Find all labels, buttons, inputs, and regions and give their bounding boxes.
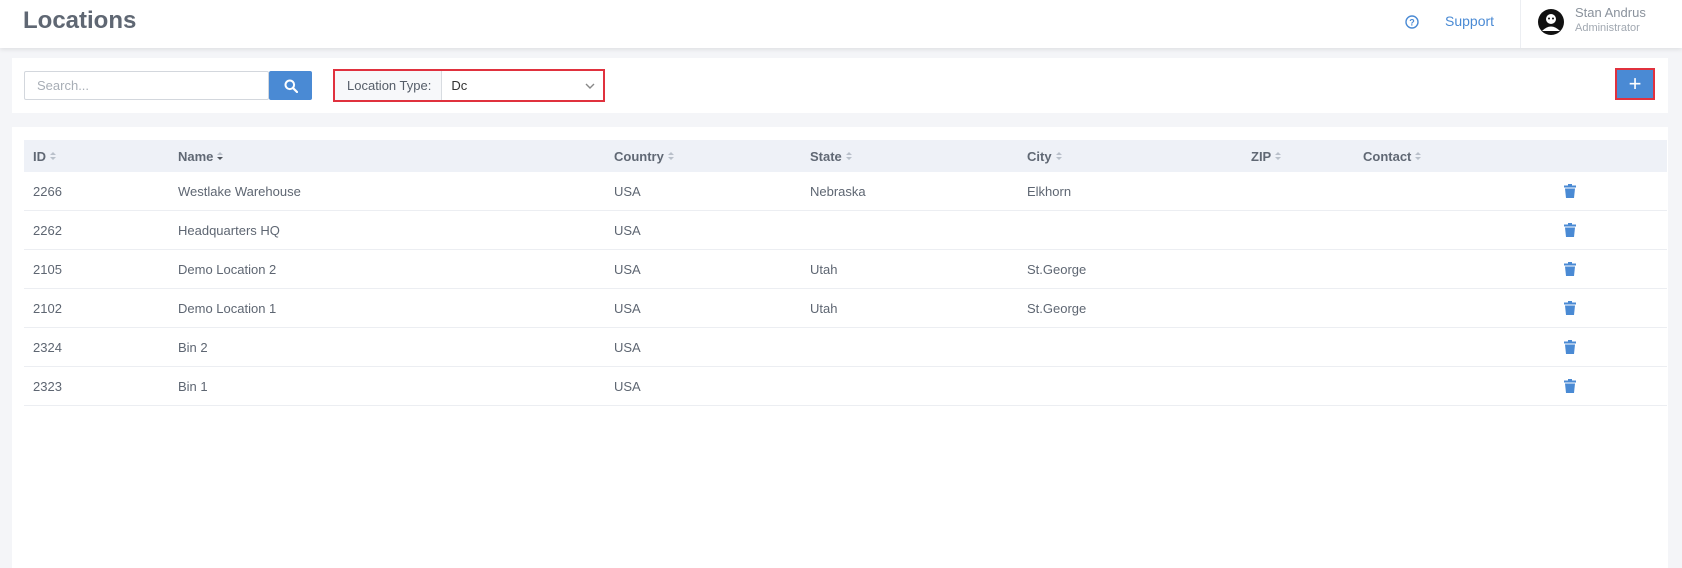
- location-type-label: Location Type:: [335, 71, 443, 100]
- cell-country: USA: [614, 340, 641, 355]
- svg-text:?: ?: [1409, 18, 1415, 28]
- toolbar-divider: [12, 113, 1668, 127]
- cell-country: USA: [614, 262, 641, 277]
- sort-icon: [1055, 152, 1062, 160]
- support-link[interactable]: Support: [1445, 13, 1494, 29]
- user-name: Stan Andrus: [1575, 5, 1646, 20]
- sort-icon: [667, 152, 674, 160]
- trash-icon[interactable]: [1564, 301, 1576, 315]
- cell-id: 2323: [33, 379, 62, 394]
- table-header: ID Name Country State City ZIP Contact: [24, 140, 1667, 172]
- cell-id: 2266: [33, 184, 62, 199]
- user-avatar-icon: [1538, 9, 1564, 35]
- locations-table: ID Name Country State City ZIP Contact 2…: [24, 140, 1667, 406]
- cell-state: Utah: [810, 301, 838, 316]
- trash-icon[interactable]: [1564, 184, 1576, 198]
- cell-name: Westlake Warehouse: [178, 184, 301, 199]
- table-row[interactable]: 2324 Bin 2 USA: [24, 328, 1667, 367]
- cell-country: USA: [614, 379, 641, 394]
- column-header-city[interactable]: City: [1027, 140, 1063, 172]
- location-type-filter: Location Type: Dc: [333, 69, 605, 102]
- cell-country: USA: [614, 301, 641, 316]
- cell-name: Bin 1: [178, 379, 208, 394]
- cell-city: St.George: [1027, 301, 1087, 316]
- trash-icon[interactable]: [1564, 223, 1576, 237]
- trash-icon[interactable]: [1564, 262, 1576, 276]
- trash-icon[interactable]: [1564, 379, 1576, 393]
- column-header-state[interactable]: State: [810, 140, 853, 172]
- search-input[interactable]: [24, 71, 269, 100]
- question-circle-icon[interactable]: ?: [1405, 15, 1419, 29]
- cell-city: St.George: [1027, 262, 1087, 277]
- user-role: Administrator: [1575, 22, 1640, 34]
- table-row[interactable]: 2323 Bin 1 USA: [24, 367, 1667, 406]
- column-header-id[interactable]: ID: [33, 140, 57, 172]
- trash-icon[interactable]: [1564, 340, 1576, 354]
- cell-name: Demo Location 1: [178, 301, 277, 316]
- search-icon: [284, 79, 298, 93]
- column-header-contact[interactable]: Contact: [1363, 140, 1422, 172]
- sort-icon: [1415, 152, 1422, 160]
- add-location-button[interactable]: +: [1615, 68, 1655, 100]
- sort-icon: [845, 152, 852, 160]
- cell-id: 2262: [33, 223, 62, 238]
- location-type-select[interactable]: Dc: [442, 71, 603, 100]
- cell-name: Demo Location 2: [178, 262, 277, 277]
- cell-country: USA: [614, 223, 641, 238]
- location-type-value: Dc: [451, 78, 468, 93]
- top-bar: Locations ? Support Stan Andrus Administ…: [0, 0, 1682, 48]
- table-row[interactable]: 2266 Westlake Warehouse USA Nebraska Elk…: [24, 172, 1667, 211]
- table-row[interactable]: 2102 Demo Location 1 USA Utah St.George: [24, 289, 1667, 328]
- column-header-country[interactable]: Country: [614, 140, 675, 172]
- cell-country: USA: [614, 184, 641, 199]
- cell-city: Elkhorn: [1027, 184, 1072, 199]
- cell-id: 2102: [33, 301, 62, 316]
- chevron-down-icon: [585, 83, 595, 89]
- page-title: Locations: [23, 7, 137, 34]
- locations-panel: Location Type: Dc + ID Name Country: [12, 58, 1668, 568]
- column-header-zip[interactable]: ZIP: [1251, 140, 1282, 172]
- cell-state: Nebraska: [810, 184, 866, 199]
- sort-icon: [217, 152, 224, 160]
- cell-name: Headquarters HQ: [178, 223, 280, 238]
- table-row[interactable]: 2262 Headquarters HQ USA: [24, 211, 1667, 250]
- cell-id: 2324: [33, 340, 62, 355]
- cell-id: 2105: [33, 262, 62, 277]
- user-menu[interactable]: Stan Andrus Administrator: [1520, 0, 1670, 48]
- cell-name: Bin 2: [178, 340, 208, 355]
- sort-icon: [50, 152, 56, 160]
- sort-icon: [1275, 152, 1282, 160]
- column-header-name[interactable]: Name: [178, 140, 224, 172]
- search-button[interactable]: [269, 71, 312, 100]
- table-row[interactable]: 2105 Demo Location 2 USA Utah St.George: [24, 250, 1667, 289]
- cell-state: Utah: [810, 262, 838, 277]
